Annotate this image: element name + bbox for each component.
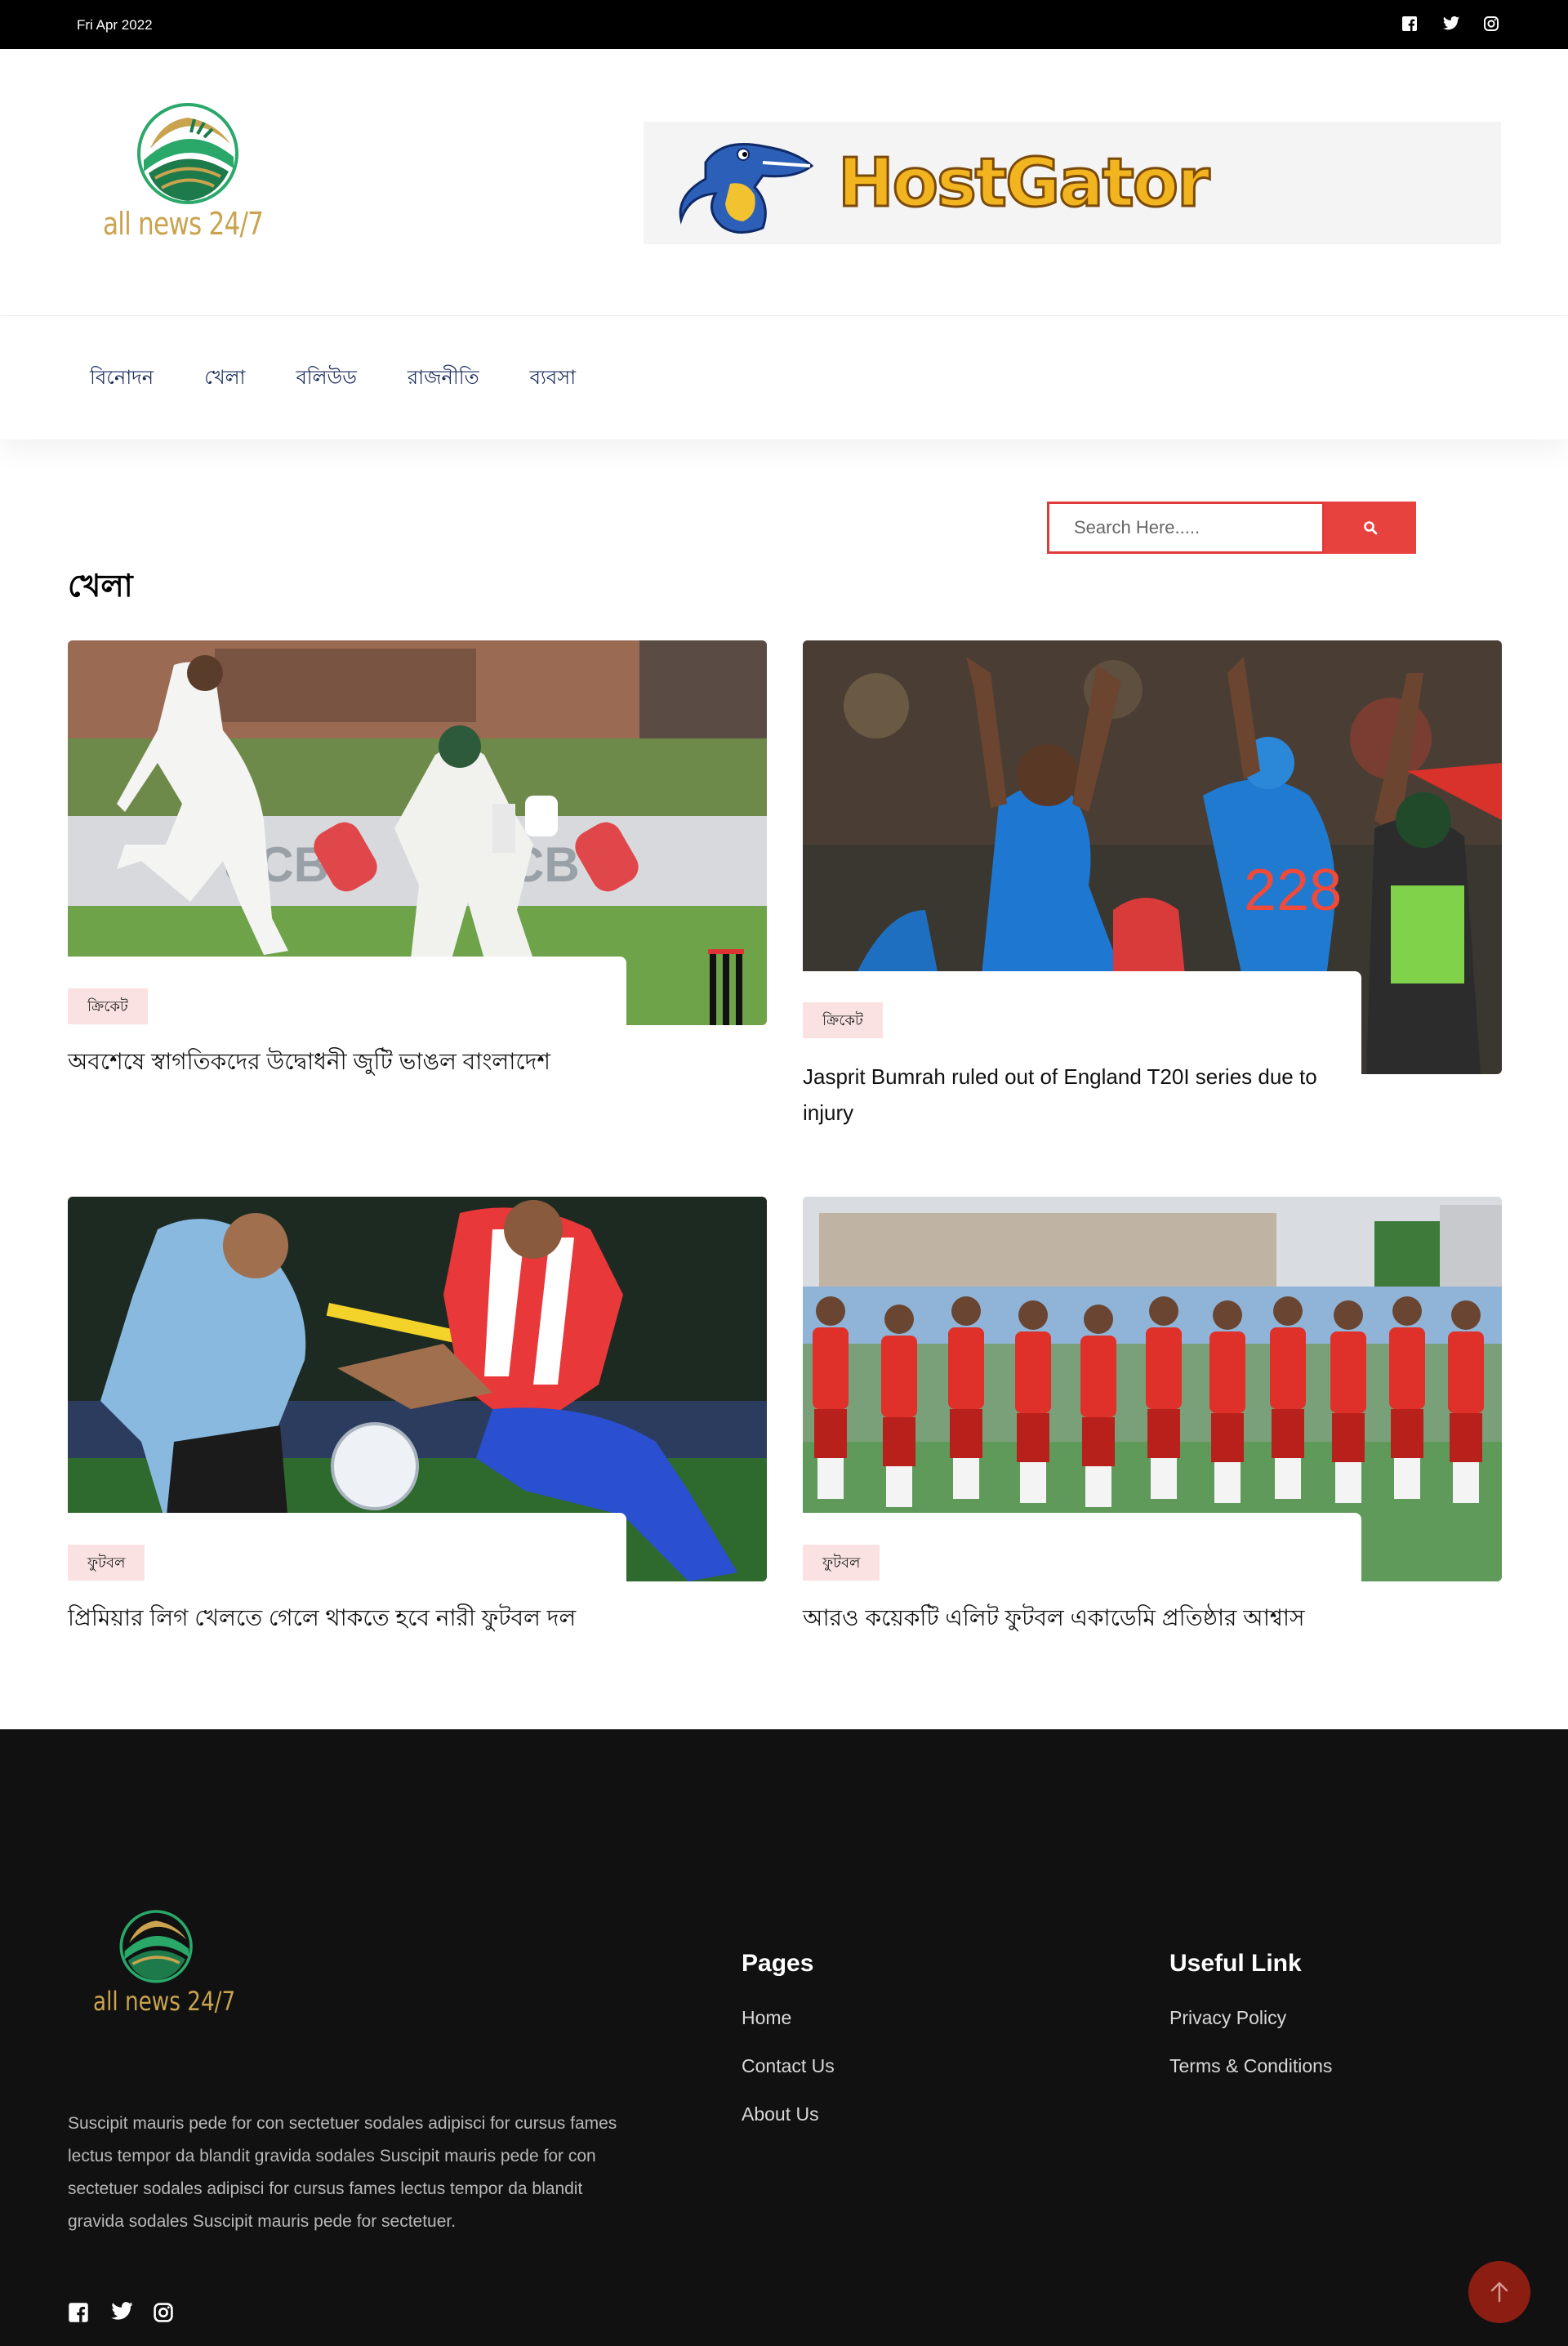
instagram-icon[interactable] — [153, 2302, 174, 2323]
footer-logo[interactable]: all news 24/7 — [88, 1909, 252, 2023]
footer-link-about[interactable]: About Us — [742, 2103, 835, 2125]
twitter-icon[interactable] — [110, 2302, 133, 2323]
article-card[interactable]: ফুটবল আরও কয়েকটি এলিট ফুটবল একাডেমি প্র… — [803, 1197, 1502, 1654]
main-nav: বিনোদন খেলা বলিউড রাজনীতি ব্যবসা — [0, 317, 1568, 439]
svg-text:228: 228 — [1244, 858, 1342, 923]
footer-useful-column: Useful Link Privacy Policy Terms & Condi… — [1169, 1950, 1332, 2103]
twitter-icon[interactable] — [1442, 16, 1460, 32]
section-title: খেলা — [68, 569, 133, 604]
search-input[interactable] — [1047, 502, 1325, 554]
article-title[interactable]: আরও কয়েকটি এলিট ফুটবল একাডেমি প্রতিষ্ঠা… — [803, 1600, 1391, 1636]
top-social-links — [1401, 16, 1499, 32]
banner-brand-text: HostGator — [837, 144, 1212, 224]
gator-mascot-icon — [679, 143, 814, 234]
article-title[interactable]: প্রিমিয়ার লিগ খেলতে গেলে থাকতে হবে নারী… — [68, 1600, 656, 1636]
footer-link-contact[interactable]: Contact Us — [742, 2055, 835, 2077]
logo-emblem-icon — [137, 103, 238, 204]
footer-social-links — [68, 2302, 174, 2323]
top-bar: Fri Apr 2022 — [0, 0, 1568, 49]
footer-link-home[interactable]: Home — [742, 2007, 835, 2029]
facebook-icon[interactable] — [68, 2302, 89, 2323]
article-title[interactable]: অবশেষে স্বাগতিকদের উদ্বোধনী জুটি ভাঙল বা… — [68, 1044, 590, 1080]
nav-item-entertainment[interactable]: বিনোদন — [90, 363, 154, 395]
search-button[interactable] — [1325, 502, 1416, 554]
facebook-icon[interactable] — [1401, 16, 1418, 32]
current-date: Fri Apr 2022 — [77, 17, 153, 33]
nav-item-bollywood[interactable]: বলিউড — [296, 363, 356, 395]
nav-item-business[interactable]: ব্যবসা — [530, 363, 577, 395]
search-form — [1047, 502, 1416, 554]
search-icon — [1364, 521, 1378, 535]
nav-item-politics[interactable]: রাজনীতি — [408, 363, 479, 395]
article-card[interactable]: ফুটবল প্রিমিয়ার লিগ খেলতে গেলে থাকতে হব… — [68, 1197, 767, 1654]
category-tag[interactable]: ক্রিকেট — [68, 988, 148, 1024]
article-card[interactable]: 228 ক্রিকেট Jasprit Bumrah ruled out of … — [803, 640, 1502, 1147]
site-header: all news 24/7 HostGator — [0, 49, 1568, 316]
article-card[interactable]: UCB CB ক্রিকেট অবশেষে স্বাগতিকদের উদ্বোধ… — [68, 640, 767, 1131]
footer-link-terms[interactable]: Terms & Conditions — [1169, 2055, 1332, 2077]
instagram-icon[interactable] — [1483, 16, 1499, 32]
footer-useful-heading: Useful Link — [1169, 1950, 1302, 1977]
logo-text: all news 24/7 — [103, 206, 264, 242]
nav-item-sports[interactable]: খেলা — [204, 363, 245, 395]
site-logo[interactable]: all news 24/7 — [98, 103, 286, 250]
logo-emblem-icon — [119, 1910, 193, 1983]
footer-pages-column: Pages Home Contact Us About Us — [742, 1950, 835, 2152]
scroll-to-top-button[interactable] — [1468, 2261, 1530, 2323]
category-tag[interactable]: ফুটবল — [803, 1545, 880, 1581]
category-tag[interactable]: ফুটবল — [68, 1545, 145, 1581]
footer-pages-heading: Pages — [742, 1950, 814, 1977]
footer-description: Suscipit mauris pede for con sectetuer s… — [68, 2114, 617, 2231]
footer-logo-text: all news 24/7 — [93, 1986, 236, 2017]
hostgator-ad-banner[interactable]: HostGator — [644, 122, 1501, 244]
category-tag[interactable]: ক্রিকেট — [803, 1002, 883, 1038]
footer-link-privacy[interactable]: Privacy Policy — [1169, 2007, 1332, 2029]
article-title[interactable]: Jasprit Bumrah ruled out of England T20I… — [803, 1059, 1325, 1131]
site-footer: all news 24/7 Suscipit mauris pede for c… — [0, 1729, 1568, 2346]
arrow-up-icon — [1490, 2281, 1508, 2303]
